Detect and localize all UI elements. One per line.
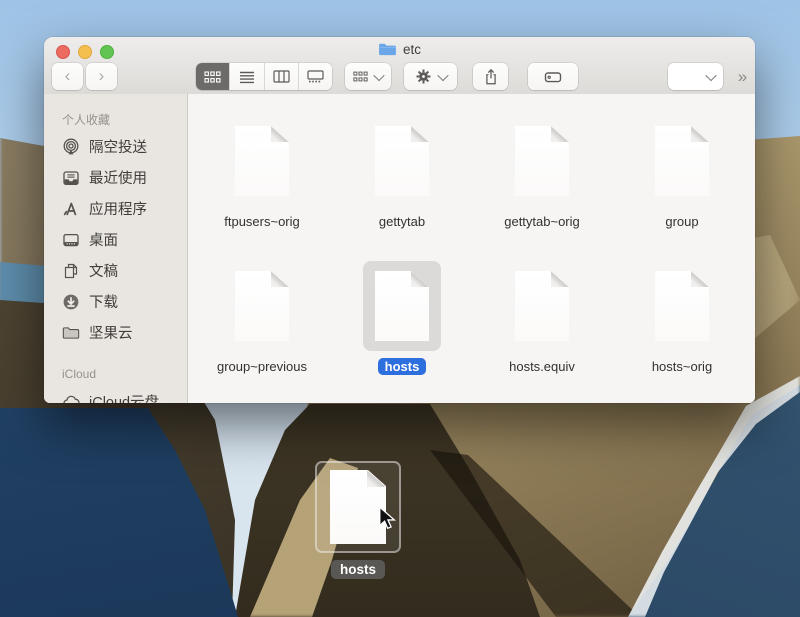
file-item[interactable]: gettytab — [332, 116, 472, 261]
sidebar-item-applications[interactable]: 应用程序 — [62, 193, 187, 224]
tag-icon — [544, 69, 563, 85]
recents-icon — [62, 169, 80, 187]
document-icon — [375, 271, 429, 341]
toolbar-overflow-button[interactable]: » — [730, 63, 754, 90]
document-icon — [515, 271, 569, 341]
list-view-icon — [239, 70, 255, 84]
file-icon-box — [643, 261, 721, 351]
chevron-down-icon — [437, 69, 448, 80]
downloads-icon — [62, 293, 80, 311]
file-name: gettytab — [372, 213, 432, 230]
window-chrome: etc ‹ › — [44, 37, 755, 95]
tags-button[interactable] — [528, 63, 578, 90]
chevron-right-icon: › — [99, 67, 105, 86]
view-mode-segmented-control — [196, 63, 332, 90]
chevron-down-icon — [373, 69, 384, 80]
window-body: 个人收藏 隔空投送 最近使用 — [44, 94, 755, 403]
file-item[interactable]: gettytab~orig — [472, 116, 612, 261]
sidebar-item-downloads[interactable]: 下载 — [62, 286, 187, 317]
share-button[interactable] — [473, 63, 508, 90]
folder-icon — [378, 42, 397, 57]
file-name: hosts~orig — [645, 358, 719, 375]
gallery-view-icon — [307, 70, 324, 83]
dragged-file-name: hosts — [331, 560, 385, 579]
file-icon-box — [223, 261, 301, 351]
sidebar-item-desktop[interactable]: 桌面 — [62, 224, 187, 255]
window-title: etc — [403, 42, 421, 57]
file-item[interactable]: group~previous — [192, 261, 332, 403]
document-icon — [375, 126, 429, 196]
back-button[interactable]: ‹ — [52, 63, 83, 90]
window-title-group: etc — [44, 42, 755, 57]
chevron-down-icon — [705, 69, 716, 80]
file-icon-box — [643, 116, 721, 206]
file-grid: ftpusers~orig gettytab gettytab~orig gro… — [188, 94, 755, 403]
sidebar-section-header: 个人收藏 — [62, 107, 187, 131]
desktop-icon — [62, 231, 80, 249]
file-name: gettytab~orig — [497, 213, 587, 230]
toolbar: ‹ › — [44, 62, 755, 94]
sidebar-item-recents[interactable]: 最近使用 — [62, 162, 187, 193]
folder-icon — [62, 324, 80, 342]
search-field-collapsed[interactable] — [668, 63, 723, 90]
file-icon-box — [503, 116, 581, 206]
sidebar-item-label: 桌面 — [89, 229, 118, 250]
file-icon-box — [363, 261, 441, 351]
gallery-view-button[interactable] — [299, 63, 332, 90]
sidebar-item-documents[interactable]: 文稿 — [62, 255, 187, 286]
document-icon — [655, 126, 709, 196]
sidebar-item-icloud-drive[interactable]: iCloud云盘 — [62, 386, 187, 403]
file-name: group~previous — [210, 358, 314, 375]
group-by-button[interactable] — [345, 63, 391, 90]
sidebar-item-label: 下载 — [89, 291, 118, 312]
file-icon-box — [363, 116, 441, 206]
applications-icon — [62, 200, 80, 218]
list-view-button[interactable] — [230, 63, 264, 90]
group-by-icon — [353, 70, 368, 83]
sidebar-item-label: 隔空投送 — [89, 136, 147, 157]
share-icon — [483, 68, 499, 86]
document-icon — [235, 271, 289, 341]
sidebar: 个人收藏 隔空投送 最近使用 — [44, 94, 188, 403]
file-item[interactable]: ftpusers~orig — [192, 116, 332, 261]
file-item-selected[interactable]: hosts — [332, 261, 472, 403]
document-icon — [655, 271, 709, 341]
file-name: hosts.equiv — [502, 358, 582, 375]
documents-icon — [62, 262, 80, 280]
file-name: group — [658, 213, 705, 230]
action-menu-button[interactable] — [404, 63, 457, 90]
airdrop-icon — [62, 138, 80, 156]
mouse-cursor — [376, 506, 398, 530]
sidebar-item-nutstore[interactable]: 坚果云 — [62, 317, 187, 348]
sidebar-item-label: 坚果云 — [89, 322, 133, 343]
file-item[interactable]: hosts~orig — [612, 261, 752, 403]
file-icon-box — [503, 261, 581, 351]
file-name: ftpusers~orig — [217, 213, 307, 230]
sidebar-item-label: iCloud云盘 — [89, 391, 159, 403]
icon-view-icon — [204, 70, 221, 84]
file-icon-box — [223, 116, 301, 206]
sidebar-item-label: 应用程序 — [89, 198, 147, 219]
icon-view-button[interactable] — [196, 63, 230, 90]
icloud-icon — [62, 393, 80, 404]
titlebar[interactable]: etc — [44, 37, 755, 62]
sidebar-item-label: 文稿 — [89, 260, 118, 281]
file-item[interactable]: hosts.equiv — [472, 261, 612, 403]
forward-button[interactable]: › — [86, 63, 117, 90]
column-view-icon — [273, 70, 290, 83]
sidebar-section-header: iCloud — [62, 362, 187, 386]
file-item[interactable]: group — [612, 116, 752, 261]
finder-window: etc ‹ › — [44, 37, 755, 403]
file-name: hosts — [378, 358, 427, 375]
chevron-left-icon: ‹ — [65, 67, 71, 86]
desktop: etc ‹ › — [0, 0, 800, 617]
document-icon — [515, 126, 569, 196]
sidebar-section-gap — [62, 348, 187, 362]
sidebar-item-label: 最近使用 — [89, 167, 147, 188]
gear-icon — [415, 68, 432, 85]
column-view-button[interactable] — [265, 63, 299, 90]
document-icon — [235, 126, 289, 196]
sidebar-item-airdrop[interactable]: 隔空投送 — [62, 131, 187, 162]
